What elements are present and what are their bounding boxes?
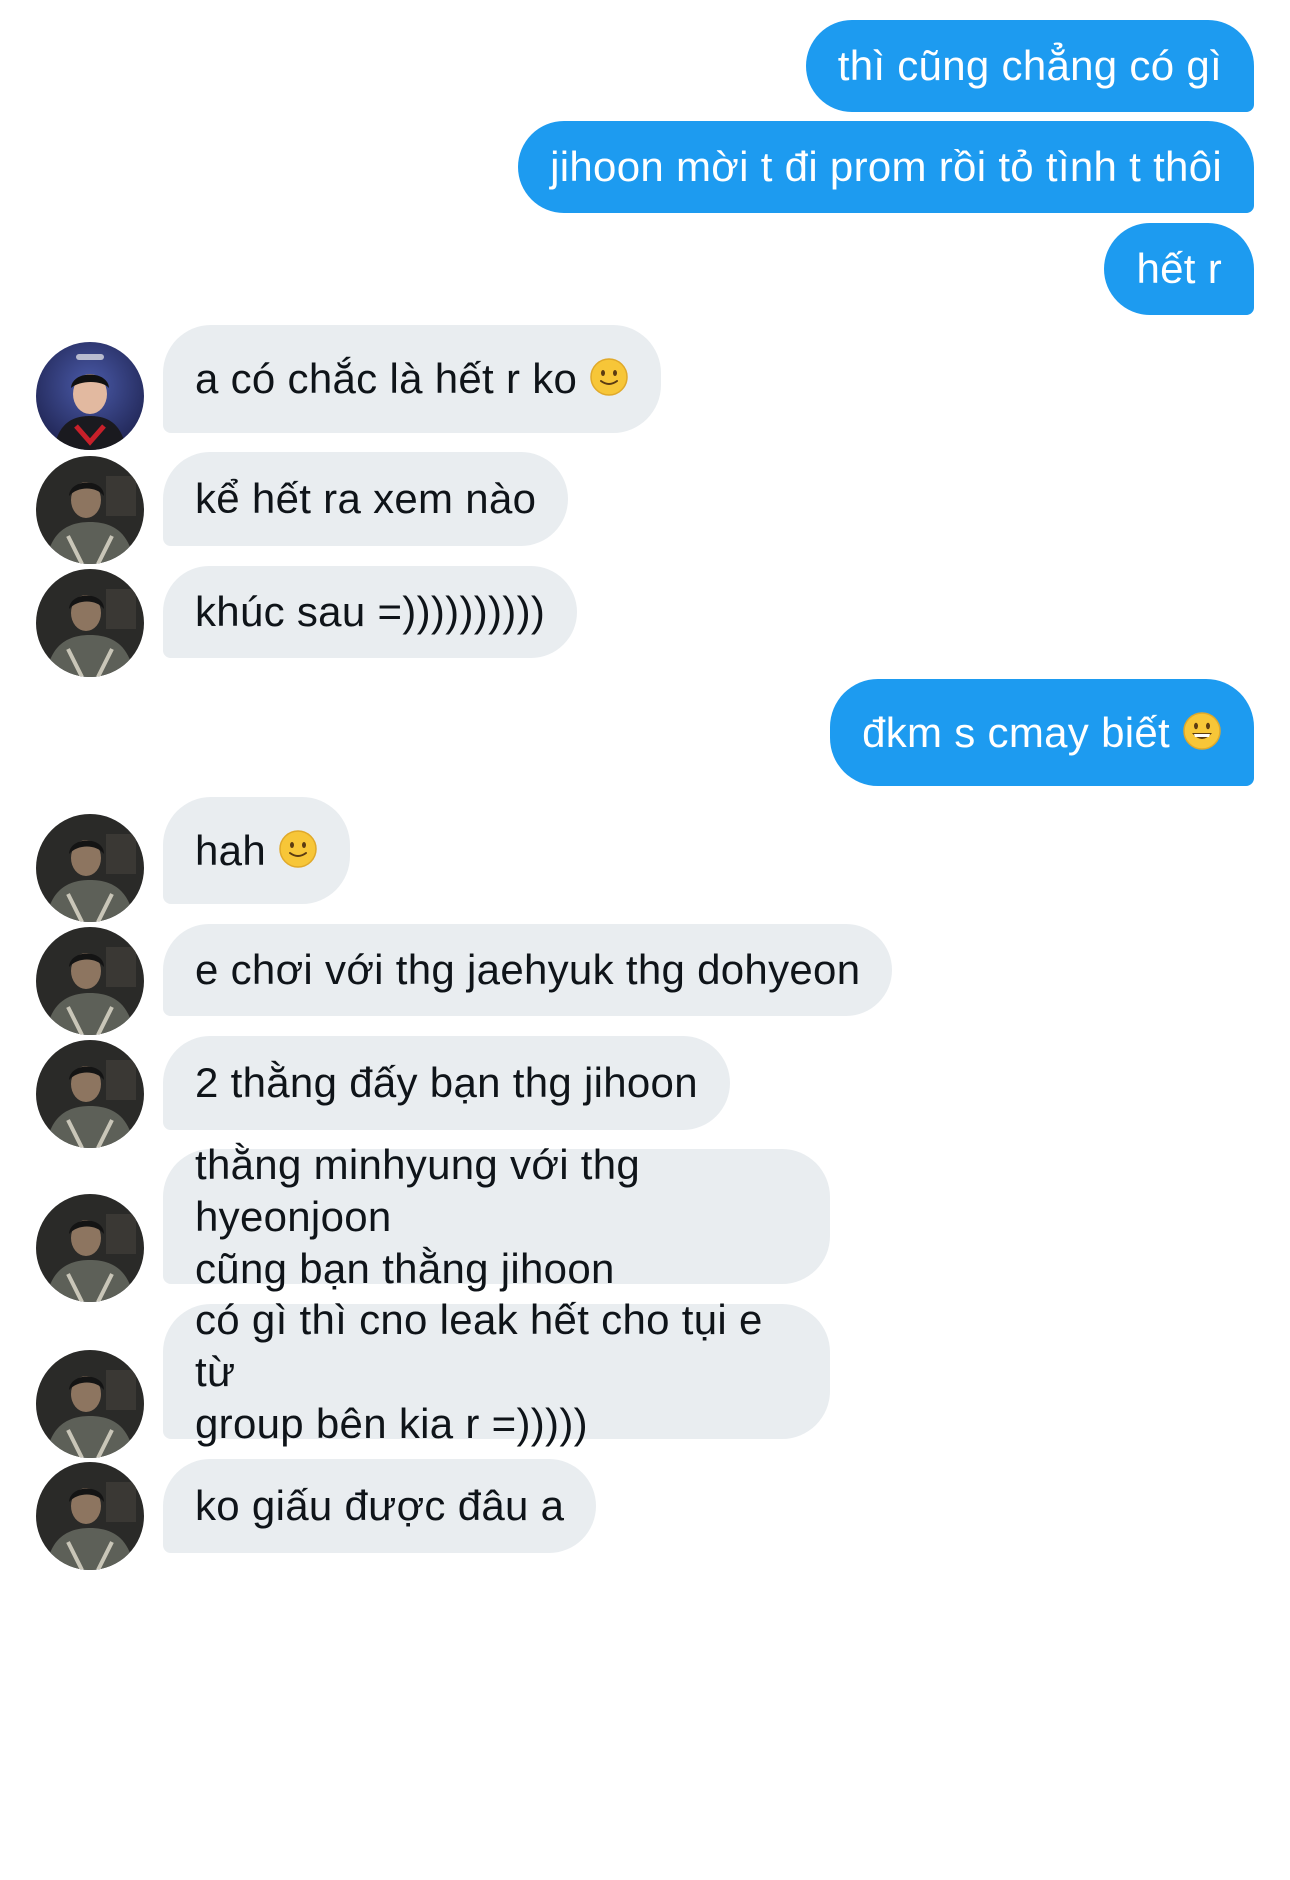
message-text: ko giấu được đâu a	[195, 1482, 565, 1529]
avatar-dark-stage-image	[36, 342, 144, 450]
avatar-dim-jacket-image	[36, 927, 144, 1035]
avatar-dim-jacket-image	[36, 814, 144, 922]
grinning-face-icon	[1183, 711, 1221, 750]
message-bubble-received[interactable]: kể hết ra xem nào	[163, 452, 569, 546]
message-bubble-received[interactable]: a có chắc là hết r ko	[163, 325, 662, 433]
avatar[interactable]	[36, 1462, 144, 1570]
message-bubble-sent[interactable]: thì cũng chẳng có gì	[805, 20, 1254, 112]
message-text: có gì thì cno leak hết cho tụi e từ grou…	[195, 1295, 763, 1447]
message-bubble-received[interactable]: thằng minhyung với thg hyeonjoon cũng bạ…	[163, 1141, 830, 1292]
message-bubble-sent[interactable]: hết r	[1104, 223, 1254, 315]
avatar-dim-jacket-image	[36, 569, 144, 677]
message-text: jihoon mời t đi prom rồi tỏ tình t thôi	[550, 143, 1222, 190]
message-bubble-received[interactable]: khúc sau =))))))))))	[163, 566, 578, 658]
message-bubble-received[interactable]: ko giấu được đâu a	[163, 1459, 597, 1553]
avatar[interactable]	[36, 1194, 144, 1302]
slightly-smiling-face-icon	[590, 358, 628, 396]
message-bubble-received[interactable]: hah	[163, 797, 350, 904]
message-text: khúc sau =))))))))))	[195, 588, 546, 635]
message-text: 2 thằng đấy bạn thg jihoon	[195, 1059, 698, 1106]
message-bubble-sent[interactable]: đkm s cmay biết	[830, 679, 1254, 786]
message-bubble-received[interactable]: e chơi với thg jaehyuk thg dohyeon	[163, 924, 893, 1016]
avatar[interactable]	[36, 1040, 144, 1148]
avatar[interactable]	[36, 1350, 144, 1458]
avatar-dim-jacket-image	[36, 1462, 144, 1570]
avatar[interactable]	[36, 569, 144, 677]
avatar-dim-jacket-image	[36, 1350, 144, 1458]
message-text: hah	[195, 826, 266, 874]
slightly-smiling-face-icon	[279, 829, 317, 868]
message-text: thằng minhyung với thg hyeonjoon cũng bạ…	[195, 1140, 641, 1292]
avatar[interactable]	[36, 927, 144, 1035]
message-bubble-received[interactable]: 2 thằng đấy bạn thg jihoon	[163, 1036, 730, 1130]
avatar[interactable]	[36, 456, 144, 564]
message-text: a có chắc là hết r ko	[195, 355, 578, 402]
avatar[interactable]	[36, 342, 144, 450]
avatar-dim-jacket-image	[36, 1194, 144, 1302]
message-bubble-sent[interactable]: jihoon mời t đi prom rồi tỏ tình t thôi	[518, 121, 1254, 213]
message-bubble-received[interactable]: có gì thì cno leak hết cho tụi e từ grou…	[163, 1296, 830, 1447]
message-text: e chơi với thg jaehyuk thg dohyeon	[195, 946, 861, 993]
chat-thread: thì cũng chẳng có gì jihoon mời t đi pro…	[0, 0, 1290, 1880]
avatar[interactable]	[36, 814, 144, 922]
message-text: thì cũng chẳng có gì	[837, 42, 1222, 89]
avatar-dim-jacket-image	[36, 1040, 144, 1148]
avatar-dim-jacket-image	[36, 456, 144, 564]
message-text: hết r	[1136, 245, 1222, 292]
message-text: đkm s cmay biết	[862, 708, 1170, 756]
message-text: kể hết ra xem nào	[195, 475, 537, 522]
